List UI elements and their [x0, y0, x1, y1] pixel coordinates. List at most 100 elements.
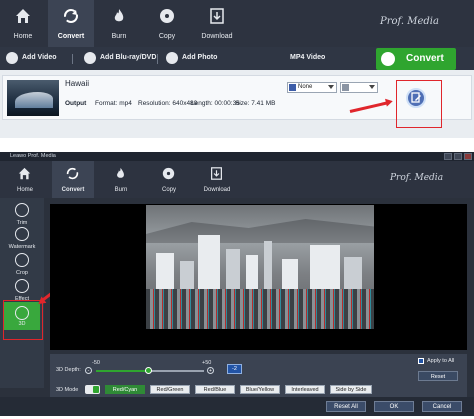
- nav-convert[interactable]: Convert: [48, 0, 94, 47]
- toolbar-divider: [72, 54, 73, 64]
- apply-to-all-label: Apply to All: [427, 358, 455, 364]
- nav-burn-label: Burn: [111, 33, 127, 40]
- output-label: Output: [65, 100, 87, 107]
- edit-sidebar: Trim Watermark Crop Effect 3D: [0, 198, 44, 388]
- depth-slider-handle[interactable]: [144, 367, 152, 374]
- output-format-selector[interactable]: MP4 Video: [278, 47, 328, 70]
- subtitle-value: None: [298, 84, 313, 90]
- app-logo: Prof. Media: [390, 173, 444, 183]
- 3d-mode-toggle[interactable]: [85, 385, 100, 394]
- add-bluray-dvd-button[interactable]: Add Blu-ray/DVD: [84, 47, 160, 70]
- nav-convert-label: Convert: [61, 187, 85, 193]
- add-disc-icon: [84, 52, 96, 64]
- nav-home[interactable]: Home: [4, 161, 46, 198]
- effect-icon: [15, 279, 29, 293]
- mode-red-cyan[interactable]: Red/Cyan: [105, 385, 145, 394]
- disc-icon: [160, 9, 174, 23]
- close-button[interactable]: [464, 153, 472, 160]
- resolution-info: Resolution: 640x480: [138, 100, 198, 107]
- app-logo: Prof. Media: [380, 16, 439, 27]
- depth-max-label: +50: [202, 360, 212, 366]
- nav-home[interactable]: Home: [2, 0, 44, 47]
- add-video-icon: [6, 52, 18, 64]
- scissors-icon: [15, 203, 29, 217]
- toolbar-divider: [157, 54, 158, 64]
- home-icon: [16, 9, 30, 23]
- converter-screenshot: Home Convert Burn Copy Download Prof. Me…: [0, 0, 474, 138]
- convert-button[interactable]: Convert: [376, 48, 456, 70]
- depth-min-label: -50: [92, 360, 100, 366]
- minimize-button[interactable]: [444, 153, 452, 160]
- download-icon: [210, 8, 224, 24]
- editor-screenshot: Leawo Prof. Media Home Convert Burn Copy…: [0, 152, 474, 416]
- nav-home-label: Home: [13, 33, 33, 40]
- nav-download-label: Download: [203, 187, 231, 193]
- nav-download-label: Download: [201, 33, 233, 40]
- maximize-button[interactable]: [454, 153, 462, 160]
- watermark-icon: [15, 227, 29, 241]
- crop-icon: [15, 253, 29, 267]
- reset-button[interactable]: Reset: [418, 371, 458, 381]
- mode-red-green[interactable]: Red/Green: [150, 385, 190, 394]
- window-title: Leawo Prof. Media: [10, 153, 56, 159]
- convert-label: Convert: [406, 53, 444, 64]
- size-info: Size: 7.41 MB: [235, 100, 276, 107]
- format-info: Format: mp4: [95, 100, 132, 107]
- length-info: Length: 00:00:36: [191, 100, 240, 107]
- flame-icon: [117, 167, 124, 178]
- mode-interleaved[interactable]: Interleaved: [285, 385, 325, 394]
- apply-to-all-checkbox[interactable]: [418, 358, 424, 364]
- chevron-down-icon: [328, 85, 334, 89]
- convert-icon: [381, 52, 395, 66]
- add-video-button[interactable]: Add Video: [6, 47, 58, 70]
- mode-side-by-side[interactable]: Side by Side: [330, 385, 372, 394]
- add-video-label: Add Video: [22, 54, 57, 61]
- nav-burn-label: Burn: [114, 187, 128, 193]
- file-title: Hawaii: [65, 79, 90, 88]
- add-photo-label: Add Photo: [182, 54, 218, 61]
- add-photo-button[interactable]: Add Photo: [166, 47, 218, 70]
- depth-slider[interactable]: [96, 367, 204, 374]
- nav-copy-label: Copy: [161, 187, 176, 193]
- nav-download[interactable]: Download: [194, 0, 240, 47]
- highlight-box-3d: [3, 300, 43, 340]
- video-frame: [146, 205, 374, 329]
- bottom-action-bar: Reset All OK Cancel: [0, 397, 474, 416]
- subtitle-dropdown[interactable]: None: [287, 82, 337, 93]
- convert-icon: [64, 9, 78, 23]
- nav-copy[interactable]: Copy: [146, 0, 188, 47]
- depth-value-box[interactable]: -2: [227, 364, 242, 374]
- add-bluray-dvd-label: Add Blu-ray/DVD: [100, 54, 157, 61]
- top-navigation: Home Convert Burn Copy Download Prof. Me…: [0, 0, 474, 47]
- flame-icon: [114, 9, 124, 22]
- video-thumbnail[interactable]: [7, 80, 59, 116]
- add-photo-icon: [166, 52, 178, 64]
- home-icon: [18, 167, 31, 180]
- highlight-box-edit: [396, 80, 442, 128]
- nav-download[interactable]: Download: [196, 161, 238, 198]
- plus-icon[interactable]: +: [207, 367, 214, 374]
- mode-blue-yellow[interactable]: Blue/Yellow: [240, 385, 280, 394]
- reset-all-button[interactable]: Reset All: [326, 401, 366, 412]
- mode-red-blue[interactable]: Red/Blue: [195, 385, 235, 394]
- nav-burn[interactable]: Burn: [98, 0, 140, 47]
- audio-dropdown[interactable]: [340, 82, 378, 93]
- output-format-label: MP4 Video: [290, 54, 326, 61]
- depth-label: 3D Depth:: [56, 367, 81, 373]
- cancel-button[interactable]: Cancel: [422, 401, 462, 412]
- nav-burn[interactable]: Burn: [100, 161, 142, 198]
- subtitle-icon: [289, 84, 296, 91]
- convert-icon: [66, 167, 79, 180]
- audio-icon: [342, 84, 349, 91]
- nav-convert-label: Convert: [57, 33, 85, 40]
- disc-icon: [162, 167, 175, 180]
- download-icon: [211, 167, 222, 180]
- nav-home-label: Home: [16, 187, 33, 193]
- ok-button[interactable]: OK: [374, 401, 414, 412]
- depth-slider-fill: [96, 370, 148, 372]
- nav-convert[interactable]: Convert: [52, 161, 94, 198]
- nav-copy[interactable]: Copy: [148, 161, 190, 198]
- mode-label: 3D Mode: [56, 387, 79, 393]
- minus-icon[interactable]: -: [85, 367, 92, 374]
- video-preview[interactable]: [50, 204, 467, 350]
